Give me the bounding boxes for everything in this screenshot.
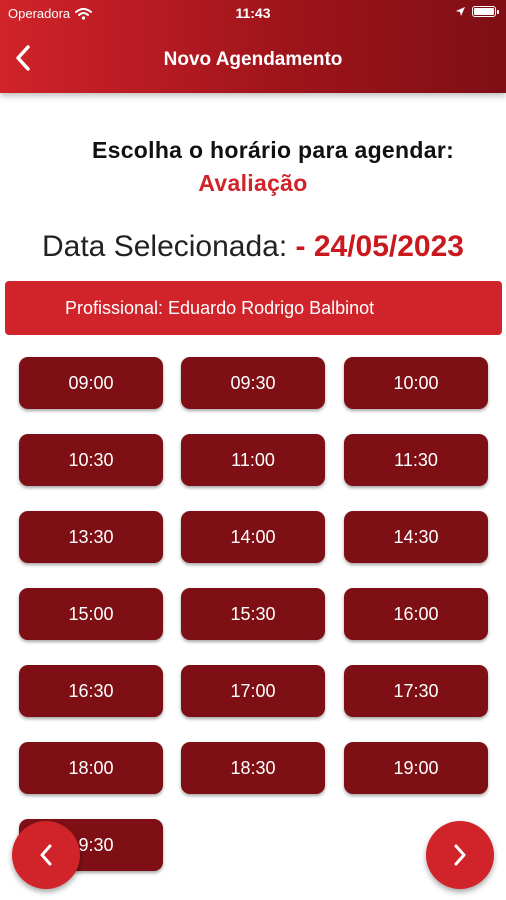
time-slot-button[interactable]: 19:00 [344, 742, 488, 794]
professional-name: Profissional: Eduardo Rodrigo Balbinot [65, 297, 375, 318]
time-slot-button[interactable]: 10:30 [19, 434, 163, 486]
time-slot-button[interactable]: 10:00 [344, 357, 488, 409]
time-slot-button[interactable]: 16:00 [344, 588, 488, 640]
time-slot-button[interactable]: 11:30 [344, 434, 488, 486]
time-slot-button[interactable]: 09:30 [181, 357, 325, 409]
subtitle: Escolha o horário para agendar: [91, 137, 455, 163]
service-name: Avaliação [198, 170, 308, 196]
chevron-left-icon [40, 844, 52, 866]
status-time: 11:43 [235, 5, 271, 21]
status-bar: Operadora 11:43 [0, 0, 506, 27]
time-slot-button[interactable]: 15:00 [19, 588, 163, 640]
time-slot-button[interactable]: 16:30 [19, 665, 163, 717]
date-label: Data Selecionada: [42, 230, 288, 263]
previous-button[interactable] [12, 821, 80, 889]
time-slot-button[interactable]: 14:30 [344, 511, 488, 563]
professional-bar: Profissional: Eduardo Rodrigo Balbinot [5, 281, 502, 335]
battery-icon [472, 6, 499, 17]
time-slot-button[interactable]: 14:00 [181, 511, 325, 563]
chevron-right-icon [454, 844, 466, 866]
time-slot-button[interactable]: 18:30 [181, 742, 325, 794]
status-right-icons [455, 6, 499, 17]
time-slot-button[interactable]: 18:00 [19, 742, 163, 794]
location-arrow-icon [456, 7, 465, 16]
date-value: - 24/05/2023 [295, 230, 464, 263]
selected-date: Data Selecionada: - 24/05/2023 [0, 230, 506, 264]
time-slot-button[interactable]: 13:30 [19, 511, 163, 563]
time-slot-button[interactable]: 17:30 [344, 665, 488, 717]
time-slot-button[interactable]: 17:00 [181, 665, 325, 717]
time-slot-grid: 09:00 09:30 10:00 10:30 11:00 11:30 13:30 14:00… [0, 0, 506, 900]
time-slot-button[interactable]: 09:00 [19, 357, 163, 409]
next-button[interactable] [426, 821, 494, 889]
page-title: Novo Agendamento [163, 49, 343, 70]
time-slot-button[interactable]: 15:30 [181, 588, 325, 640]
time-slot-button[interactable]: 11:00 [181, 434, 325, 486]
